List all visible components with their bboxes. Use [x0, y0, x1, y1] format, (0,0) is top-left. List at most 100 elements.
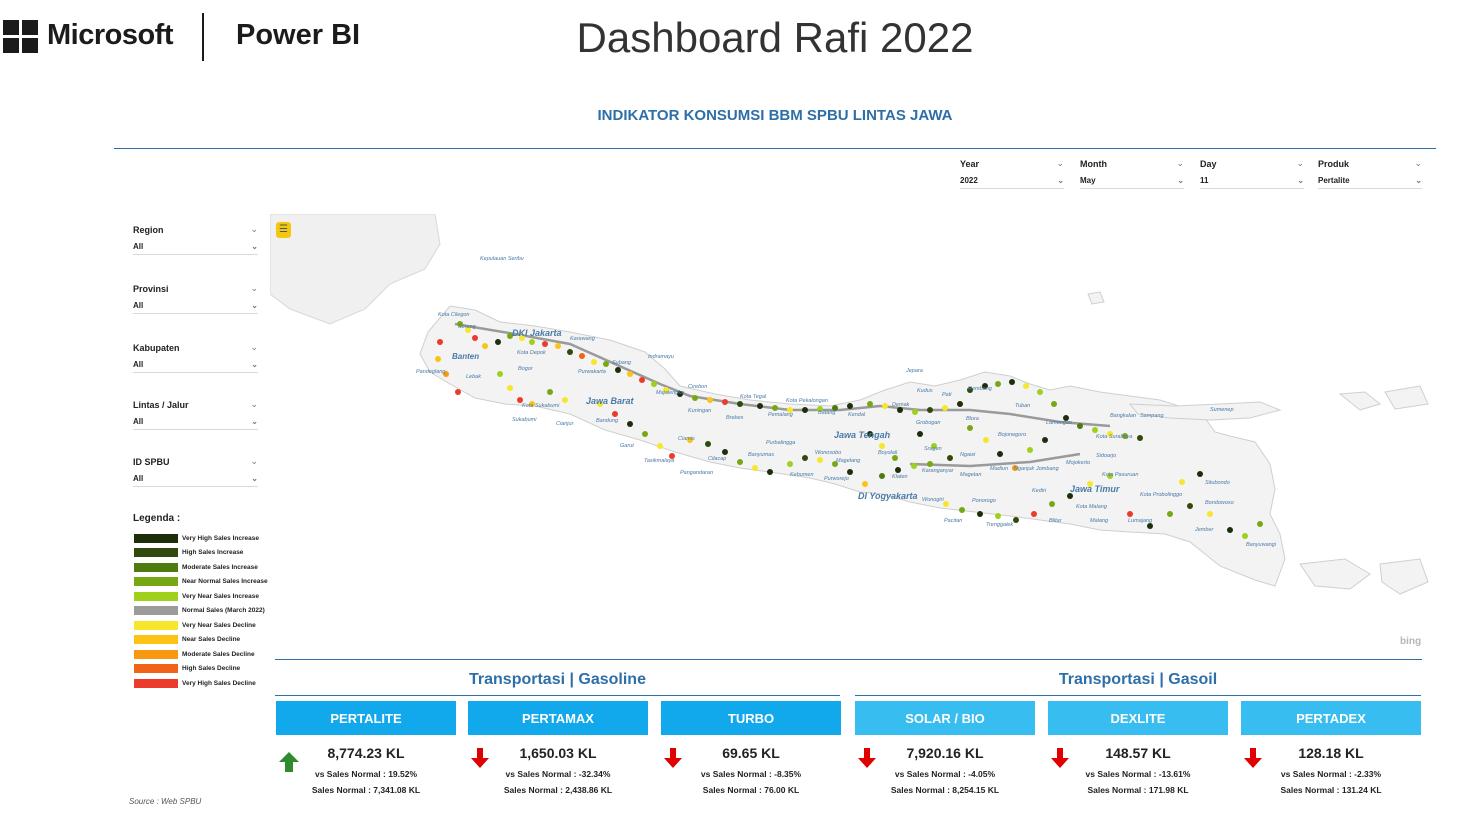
- kpi-sales-normal: Sales Normal : 131.24 KL: [1280, 785, 1382, 795]
- map-label: Cianjur: [556, 421, 575, 427]
- map-label: Purwakarta: [578, 369, 606, 375]
- chevron-down-icon[interactable]: ⌄: [250, 343, 258, 352]
- produk-slicer[interactable]: Produk ⌄ Pertalite ⌄: [1318, 156, 1422, 189]
- island: [1384, 385, 1429, 410]
- map-label: Purworejo: [824, 476, 849, 482]
- map-label: Blitar: [1049, 518, 1063, 524]
- map-label: Kota Depok: [517, 350, 546, 356]
- chevron-down-icon[interactable]: ⌄: [250, 284, 258, 293]
- map-label: Sumenep: [1210, 407, 1234, 413]
- chevron-down-icon[interactable]: ⌄: [250, 225, 258, 234]
- chevron-down-icon[interactable]: ⌄: [250, 400, 258, 409]
- legend-label: Very High Sales Decline: [182, 679, 256, 687]
- chevron-down-icon[interactable]: ⌄: [251, 417, 258, 426]
- kpi-vs-normal: vs Sales Normal : -4.05%: [894, 769, 996, 779]
- map-label: Banyuwangi: [1246, 542, 1277, 548]
- slicer-value: All: [133, 242, 144, 251]
- gasoline-group-rule: [275, 695, 840, 696]
- slicer-value: 11: [1200, 176, 1209, 185]
- kpi-card-pertalite: PERTALITE 8,774.23 KL vs Sales Normal : 19…: [276, 701, 456, 795]
- chevron-down-icon[interactable]: ⌄: [1415, 176, 1422, 185]
- dashboard-title: Dashboard Rafi 2022: [576, 14, 974, 61]
- map-label: Kota Malang: [1076, 504, 1108, 510]
- island: [1338, 391, 1382, 411]
- map-label: Serang: [458, 324, 477, 330]
- chevron-down-icon[interactable]: ⌄: [251, 360, 258, 369]
- legend-swatch: [134, 664, 178, 674]
- legend-swatch: [134, 591, 178, 601]
- chevron-down-icon[interactable]: ⌄: [251, 242, 258, 251]
- slicer-value: All: [133, 417, 144, 426]
- map-label: Batang: [818, 410, 836, 416]
- chevron-down-icon[interactable]: ⌄: [1296, 159, 1304, 168]
- map-label: Pangandaran: [680, 470, 713, 476]
- map-menu-button[interactable]: ☰: [276, 222, 291, 238]
- legend-label: High Sales Decline: [182, 665, 241, 673]
- sumatra-landmass: [270, 214, 441, 325]
- kpi-card-pertadex: PERTADEX 128.18 KL vs Sales Normal : -2.33…: [1241, 701, 1421, 795]
- map-label: Mojokerto: [1066, 460, 1090, 466]
- kpi-header: PERTADEX: [1241, 701, 1421, 735]
- region-slicer[interactable]: Region ⌄ All ⌄: [133, 222, 258, 255]
- legend-item: Very High Sales Increase: [134, 531, 268, 546]
- kpi-vs-normal: vs Sales Normal : 19.52%: [314, 769, 418, 779]
- chevron-down-icon[interactable]: ⌄: [1414, 159, 1422, 168]
- legend-label: Near Sales Decline: [182, 636, 241, 644]
- chevron-down-icon[interactable]: ⌄: [1177, 176, 1184, 185]
- chevron-down-icon[interactable]: ⌄: [251, 301, 258, 310]
- legend-swatch: [134, 548, 178, 558]
- map-label: Wonosobo: [815, 450, 841, 456]
- map-label: Kota Cilegon: [438, 312, 470, 318]
- legend-label: Near Normal Sales Increase: [182, 578, 268, 586]
- lintas-jalur-slicer[interactable]: Lintas / Jalur ⌄ All ⌄: [133, 397, 258, 430]
- kpi-sales-normal: Sales Normal : 8,254.15 KL: [890, 785, 1000, 795]
- gasoil-group-rule: [855, 695, 1421, 696]
- kabupaten-slicer[interactable]: Kabupaten ⌄ All ⌄: [133, 340, 258, 373]
- legend-label: Moderate Sales Increase: [182, 563, 258, 571]
- chevron-down-icon[interactable]: ⌄: [250, 457, 258, 466]
- map-label: Cirebon: [688, 384, 707, 390]
- kpi-sales-normal: Sales Normal : 76.00 KL: [702, 785, 800, 795]
- chevron-down-icon[interactable]: ⌄: [1297, 176, 1304, 185]
- map-label: Boyolali: [878, 450, 898, 456]
- kpi-value: 8,774.23 KL: [327, 745, 405, 761]
- legend-label: Very Near Sales Decline: [182, 621, 256, 629]
- map-label: Nganjuk: [1014, 466, 1034, 472]
- slicer-label: Kabupaten: [133, 342, 180, 353]
- map-label: Bondowoso: [1205, 500, 1234, 506]
- map-label: DI Yogyakarta: [858, 491, 918, 501]
- legend-item: Very Near Sales Decline: [134, 618, 268, 633]
- map-label: Pemalang: [768, 412, 794, 418]
- kpi-vs-normal: vs Sales Normal : -2.33%: [1280, 769, 1382, 779]
- kpi-sales-normal: Sales Normal : 171.98 KL: [1087, 785, 1189, 795]
- day-slicer[interactable]: Day ⌄ 11 ⌄: [1200, 156, 1304, 189]
- slicer-value: All: [133, 360, 144, 369]
- chevron-down-icon[interactable]: ⌄: [1056, 159, 1064, 168]
- map-label: Blora: [966, 416, 979, 422]
- id-spbu-slicer[interactable]: ID SPBU ⌄ All ⌄: [133, 454, 258, 487]
- bali-landmass: [1299, 558, 1371, 590]
- year-slicer[interactable]: Year ⌄ 2022 ⌄: [960, 156, 1064, 189]
- map-label: Ciamis: [678, 436, 695, 442]
- map-label: Kuningan: [688, 408, 711, 414]
- gasoil-group-title: Transportasi | Gasoil: [1058, 671, 1218, 688]
- slicer-value: May: [1080, 176, 1096, 185]
- java-map[interactable]: Kepulauan Seribu Kota Cilegon Serang DKI…: [270, 214, 1430, 654]
- map-label: Majalengka: [656, 390, 684, 396]
- map-label: Kota Pekalongan: [786, 398, 828, 404]
- provinsi-slicer[interactable]: Provinsi ⌄ All ⌄: [133, 281, 258, 314]
- map-label: Bojonegoro: [998, 432, 1026, 438]
- map-label: Banten: [452, 352, 479, 361]
- kpi-card-dexlite: DEXLITE 148.57 KL vs Sales Normal : -13.61…: [1048, 701, 1228, 795]
- title-divider: [114, 148, 1436, 149]
- month-slicer[interactable]: Month ⌄ May ⌄: [1080, 156, 1184, 189]
- kpi-sales-normal: Sales Normal : 2,438.86 KL: [503, 785, 613, 795]
- chevron-down-icon[interactable]: ⌄: [251, 474, 258, 483]
- legend-item: Moderate Sales Decline: [134, 647, 268, 662]
- chevron-down-icon[interactable]: ⌄: [1057, 176, 1064, 185]
- kpi-sales-normal: Sales Normal : 7,341.08 KL: [311, 785, 421, 795]
- map-label: Karawang: [570, 336, 596, 342]
- slicer-value: All: [133, 474, 144, 483]
- chevron-down-icon[interactable]: ⌄: [1176, 159, 1184, 168]
- map-label: Kebumen: [790, 472, 814, 478]
